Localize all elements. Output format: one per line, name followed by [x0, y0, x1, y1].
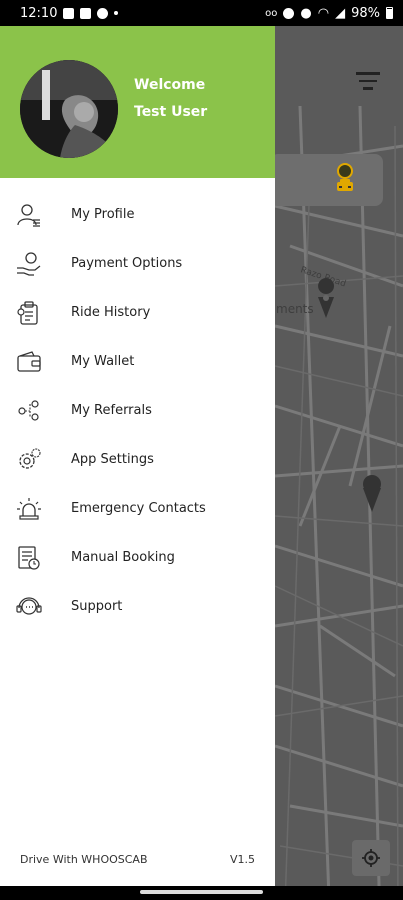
siren-icon [16, 496, 42, 522]
menu-item-label: Support [71, 599, 123, 614]
status-bar: 12:10 oo ● ◠ ◢ 98% [0, 0, 403, 26]
battery-icon [386, 7, 393, 19]
menu-item-label: Payment Options [71, 256, 183, 271]
menu-item-label: My Wallet [71, 354, 135, 369]
menu-item-label: App Settings [71, 452, 154, 467]
menu-item-label: Manual Booking [71, 550, 175, 565]
drawer-header: Welcome Test User [0, 26, 275, 178]
menu-item-my-profile[interactable]: My Profile [0, 190, 275, 239]
menu-item-manual-booking[interactable]: Manual Booking [0, 533, 275, 582]
more-notifications-icon [114, 11, 119, 15]
menu-item-payment-options[interactable]: Payment Options [0, 239, 275, 288]
app-notification-icon [80, 7, 92, 19]
wifi-icon: ◠ [317, 5, 330, 21]
payment-hand-icon [16, 251, 42, 277]
app-version: V1.5 [229, 853, 255, 866]
navigation-drawer: Welcome Test User My Profile Payment Opt… [0, 26, 275, 886]
battery-level: 98% [351, 5, 380, 21]
referrals-icon [16, 398, 42, 424]
home-gesture-handle[interactable] [140, 890, 263, 894]
profile-icon [16, 202, 42, 228]
avatar[interactable] [20, 60, 118, 158]
ride-history-icon [16, 300, 42, 326]
alarm-icon [283, 7, 295, 19]
menu-item-emergency-contacts[interactable]: Emergency Contacts [0, 484, 275, 533]
menu-item-support[interactable]: Support [0, 582, 275, 631]
avatar-photo-icon [20, 60, 118, 158]
menu-item-app-settings[interactable]: App Settings [0, 435, 275, 484]
menu-item-my-referrals[interactable]: My Referrals [0, 386, 275, 435]
voicemail-icon: oo [265, 7, 278, 19]
crosshair-icon [362, 849, 380, 867]
drawer-menu: My Profile Payment Options Ride History … [0, 178, 275, 631]
map-place-pin-icon[interactable] [318, 278, 335, 294]
location-status-icon: ● [300, 5, 312, 21]
taxi-pin-icon [337, 163, 353, 191]
manual-booking-icon [16, 545, 42, 571]
location-card[interactable] [270, 154, 383, 206]
status-time: 12:10 [20, 5, 58, 21]
menu-item-ride-history[interactable]: Ride History [0, 288, 275, 337]
drawer-footer: Drive With WHOOSCAB V1.5 [20, 853, 255, 866]
gear-icon [16, 447, 42, 473]
place-label: ments [276, 302, 314, 316]
brand-text: Drive With WHOOSCAB [20, 853, 148, 866]
globe-notification-icon [97, 7, 109, 19]
welcome-greeting: Welcome [134, 77, 206, 93]
my-location-button[interactable] [352, 840, 390, 876]
menu-item-label: My Profile [71, 207, 135, 222]
user-name: Test User [134, 104, 208, 120]
menu-item-label: Emergency Contacts [71, 501, 206, 516]
welcome-text: Welcome Test User [134, 72, 207, 126]
menu-item-label: My Referrals [71, 403, 152, 418]
signal-icon: ◢ [335, 5, 346, 21]
menu-item-label: Ride History [71, 305, 151, 320]
headset-icon [16, 594, 42, 620]
gallery-notification-icon [63, 7, 75, 19]
system-nav-bar [0, 886, 403, 900]
filter-icon[interactable] [355, 72, 381, 92]
wallet-icon [16, 349, 42, 375]
menu-item-my-wallet[interactable]: My Wallet [0, 337, 275, 386]
